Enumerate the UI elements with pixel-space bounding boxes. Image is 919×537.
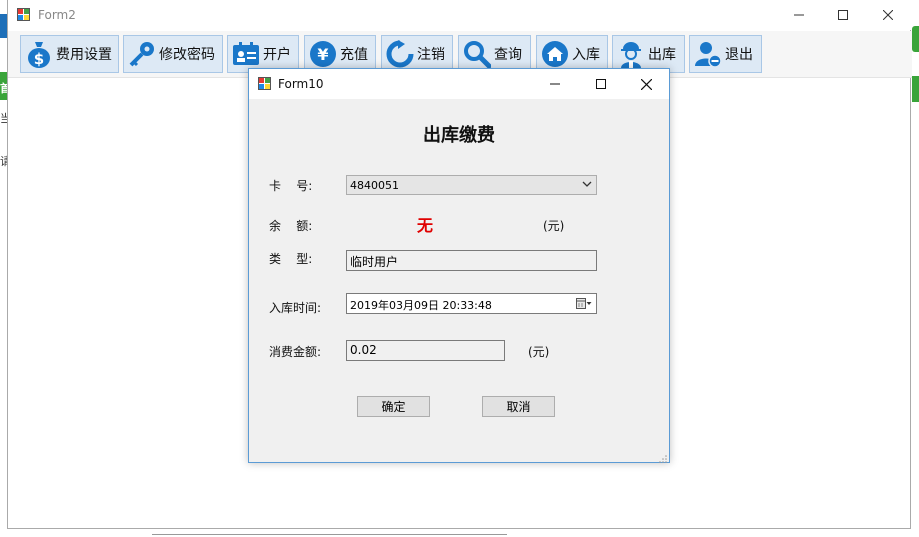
entry-time-picker[interactable]: 2019年03月09日 20:33:48	[346, 293, 597, 314]
card-number-label: 卡 号:	[269, 179, 313, 193]
window-title: Form2	[38, 8, 76, 22]
dialog-heading: 出库缴费	[423, 125, 495, 146]
ok-button[interactable]: 确定	[357, 396, 430, 417]
refresh-icon	[386, 40, 414, 68]
main-titlebar: Form2	[8, 0, 912, 30]
dialog-title: Form10	[278, 77, 324, 91]
app-icon	[17, 8, 31, 22]
user-exit-icon	[694, 40, 722, 68]
resize-grip-icon[interactable]	[659, 452, 667, 463]
toolbar-fee-settings-button[interactable]: $ 费用设置	[20, 35, 119, 73]
toolbar-change-password-button[interactable]: 修改密码	[123, 35, 223, 73]
toolbar-exit-button[interactable]: 退出	[689, 35, 762, 73]
chevron-down-icon	[582, 179, 592, 192]
id-card-icon	[232, 40, 260, 68]
background-window-edge	[152, 534, 507, 535]
user-type-field[interactable]: 临时用户	[346, 250, 597, 271]
background-window-edge	[912, 76, 919, 102]
calendar-dropdown-icon	[576, 297, 592, 310]
svg-text:¥: ¥	[317, 45, 328, 64]
dialog-close-button[interactable]	[623, 69, 669, 99]
yen-coin-icon: ¥	[309, 40, 337, 68]
home-icon	[541, 40, 569, 68]
amount-unit: (元)	[528, 345, 550, 359]
balance-value: 无	[417, 216, 434, 235]
amount-field[interactable]: 0.02	[346, 340, 505, 361]
dialog-minimize-button[interactable]	[532, 69, 578, 99]
checkout-payment-dialog: Form10 出库缴费 卡 号: 4840051 余 额: 无 (元) 类 型:…	[248, 68, 670, 463]
maximize-button[interactable]	[820, 0, 866, 30]
svg-text:$: $	[34, 50, 44, 68]
worker-icon	[617, 40, 645, 68]
close-button[interactable]	[865, 0, 911, 30]
app-icon	[258, 77, 272, 91]
minimize-button[interactable]	[776, 0, 822, 30]
amount-label: 消费金额:	[269, 345, 322, 359]
key-icon	[128, 40, 156, 68]
card-number-combobox[interactable]: 4840051	[346, 175, 597, 195]
cancel-button[interactable]: 取消	[482, 396, 555, 417]
search-icon	[463, 40, 491, 68]
money-bag-icon: $	[25, 40, 53, 68]
dialog-maximize-button[interactable]	[578, 69, 624, 99]
card-number-value: 4840051	[350, 179, 399, 192]
background-window-edge	[912, 26, 919, 52]
balance-unit: (元)	[543, 219, 565, 233]
entry-time-label: 入库时间:	[269, 301, 322, 315]
balance-label: 余 额:	[269, 219, 313, 233]
dialog-titlebar: Form10	[249, 69, 669, 99]
entry-time-value: 2019年03月09日 20:33:48	[350, 299, 492, 312]
type-label: 类 型:	[269, 252, 313, 266]
